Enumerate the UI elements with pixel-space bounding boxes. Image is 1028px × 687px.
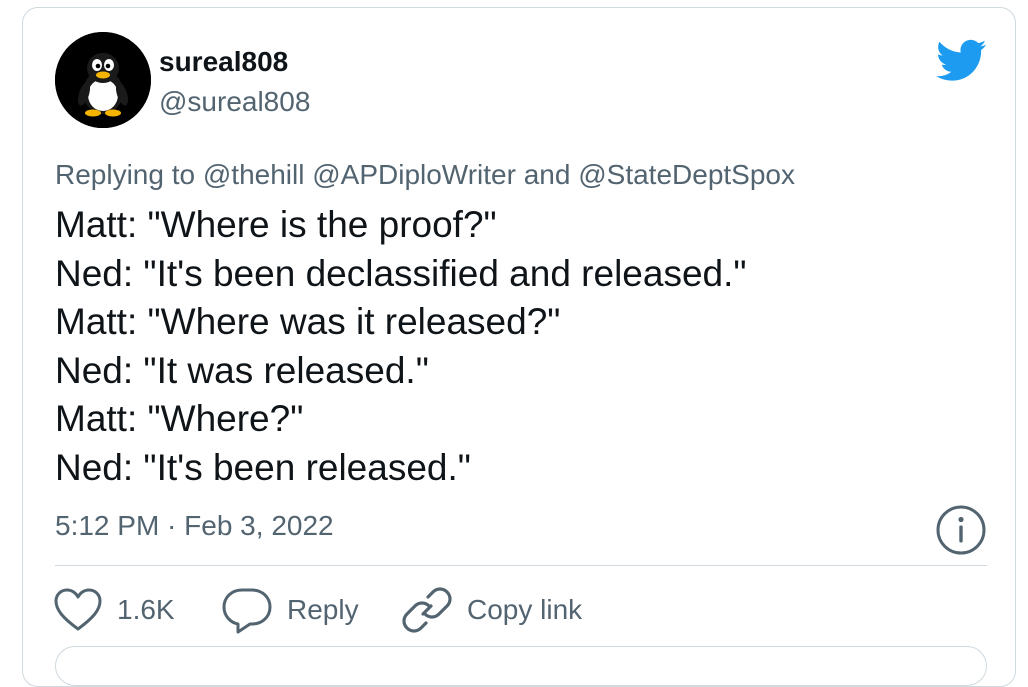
reply-button[interactable]: Reply — [221, 585, 359, 635]
user-handle[interactable]: @sureal808 — [159, 86, 310, 118]
tweet-timestamp[interactable]: 5:12 PM · Feb 3, 2022 — [55, 510, 334, 542]
copy-link-button[interactable]: Copy link — [401, 585, 582, 635]
copy-link-label: Copy link — [467, 594, 583, 625]
avatar[interactable] — [55, 32, 151, 128]
read-replies-button[interactable] — [55, 646, 987, 686]
tweet-line: Ned: "It was released." — [55, 349, 429, 391]
tweet-line: Matt: "Where is the proof?" — [55, 204, 497, 245]
tweet-line: Matt: "Where?" — [55, 398, 304, 439]
tweet-line: Ned: "It's been released." — [55, 446, 471, 488]
replying-to-text[interactable]: Replying to @thehill @APDiploWriter and … — [55, 159, 795, 191]
display-name[interactable]: sureal808 — [159, 46, 288, 78]
tweet-card: sureal808 @sureal808 Replying to @thehil… — [22, 7, 1016, 687]
info-icon[interactable] — [935, 504, 987, 556]
like-count: 1.6K — [117, 594, 175, 625]
penguin-avatar-image — [55, 32, 151, 128]
divider — [55, 565, 987, 566]
tweet-line: Matt: "Where was it released?" — [55, 301, 561, 342]
reply-label: Reply — [287, 594, 359, 625]
heart-icon — [54, 588, 102, 631]
tweet-line: Ned: "It's been declassified and release… — [55, 252, 747, 294]
tweet-text: Matt: "Where is the proof?" Ned: "It's b… — [55, 201, 747, 492]
like-button[interactable]: 1.6K — [53, 585, 175, 635]
link-icon — [402, 587, 452, 633]
twitter-bird-icon[interactable] — [935, 38, 987, 82]
speech-bubble-icon — [222, 588, 272, 634]
